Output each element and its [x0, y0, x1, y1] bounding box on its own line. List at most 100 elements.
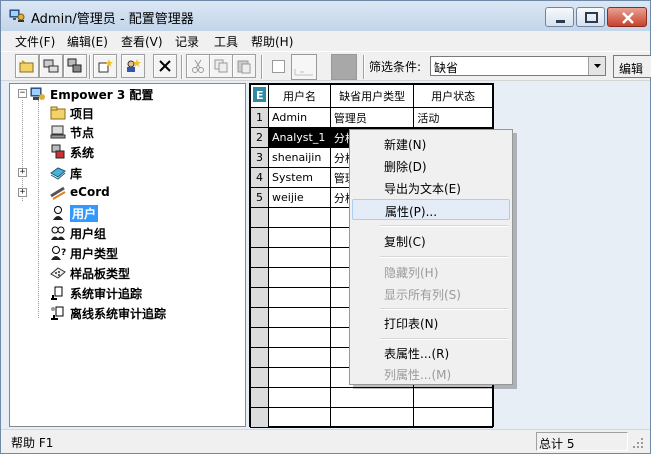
row-number[interactable]: 5: [250, 187, 269, 208]
menu-view[interactable]: 查看(V): [121, 33, 163, 50]
expand-icon[interactable]: +: [18, 188, 27, 197]
menu-item-new[interactable]: 新建(N): [352, 133, 510, 154]
menu-item-delete[interactable]: 删除(D): [352, 155, 510, 176]
menu-help[interactable]: 帮助(H): [251, 33, 293, 50]
menu-item-print-table[interactable]: 打印表(N): [352, 312, 510, 333]
tree-item-plate-types[interactable]: 样品板类型: [36, 264, 236, 282]
tree-item-label: 节点: [70, 126, 95, 140]
close-button[interactable]: [607, 7, 647, 27]
resize-grip-icon[interactable]: [631, 436, 645, 450]
empty-cell[interactable]: [268, 287, 331, 308]
empty-cell[interactable]: [268, 387, 331, 408]
empty-cell[interactable]: [268, 307, 331, 328]
row-number[interactable]: [250, 327, 269, 348]
empty-cell[interactable]: [268, 267, 331, 288]
cell-username[interactable]: weijie: [268, 187, 331, 208]
empty-cell[interactable]: [413, 407, 493, 428]
empty-row[interactable]: [250, 407, 493, 428]
cell-status[interactable]: 活动: [413, 107, 493, 128]
row-number[interactable]: [250, 407, 269, 428]
grid-corner[interactable]: E: [250, 84, 269, 108]
toolbar-paste-button[interactable]: [232, 54, 256, 78]
row-number[interactable]: [250, 307, 269, 328]
row-number[interactable]: 2: [250, 127, 269, 148]
toolbar-copy-button[interactable]: [209, 54, 233, 78]
menu-file[interactable]: 文件(F): [15, 33, 55, 50]
minimize-button[interactable]: [545, 7, 574, 27]
column-header-username[interactable]: 用户名: [268, 84, 331, 108]
toolbar-delete-button[interactable]: [153, 54, 177, 78]
tree-item-ecord[interactable]: + eCord: [18, 184, 238, 202]
empty-cell[interactable]: [329, 387, 415, 408]
cell-username[interactable]: System: [268, 167, 331, 188]
row-number[interactable]: [250, 207, 269, 228]
tree-item-offline-audit-trail[interactable]: 离线系统审计追踪: [36, 304, 246, 322]
paste-icon: [237, 60, 251, 74]
toolbar-color-button[interactable]: [331, 54, 357, 80]
empty-cell[interactable]: [268, 347, 331, 368]
expand-icon[interactable]: +: [18, 168, 27, 177]
menu-item-table-properties[interactable]: 表属性...(R): [352, 342, 510, 363]
tree-item-node[interactable]: 节点: [36, 123, 236, 141]
empty-cell[interactable]: [268, 227, 331, 248]
menu-item-label: 隐藏列(H): [384, 266, 439, 280]
row-number[interactable]: [250, 227, 269, 248]
column-header-default-type[interactable]: 缺省用户类型: [329, 84, 415, 108]
empty-cell[interactable]: [268, 247, 331, 268]
filter-dropdown[interactable]: 缺省: [430, 56, 606, 76]
tree-item-users[interactable]: 用户: [36, 204, 236, 222]
collapse-icon[interactable]: −: [18, 89, 27, 98]
menu-record[interactable]: 记录: [175, 33, 199, 50]
toolbar-disabled-button[interactable]: [291, 54, 317, 80]
toolbar-checkbox[interactable]: [272, 60, 285, 73]
toolbar-project-button[interactable]: [15, 54, 39, 78]
title-bar[interactable]: Admin/管理员 - 配置管理器: [1, 1, 650, 31]
cell-user-type[interactable]: 管理员: [329, 107, 415, 128]
tree-item-user-groups[interactable]: 用户组: [36, 224, 236, 242]
maximize-button[interactable]: [576, 7, 605, 27]
row-number[interactable]: [250, 387, 269, 408]
edit-button[interactable]: 编辑: [613, 55, 651, 78]
row-number[interactable]: 1: [250, 107, 269, 128]
cell-username[interactable]: shenaijin: [268, 147, 331, 168]
row-number[interactable]: 4: [250, 167, 269, 188]
row-number[interactable]: [250, 247, 269, 268]
toolbar-node-button[interactable]: [39, 54, 63, 78]
row-number[interactable]: [250, 267, 269, 288]
row-number[interactable]: [250, 367, 269, 388]
tree-item-user-types[interactable]: ? 用户类型: [36, 244, 236, 262]
empty-cell[interactable]: [268, 207, 331, 228]
tree-item-system[interactable]: 系统: [36, 143, 236, 161]
row-number[interactable]: [250, 287, 269, 308]
column-header-status[interactable]: 用户状态: [413, 84, 493, 108]
tree-item-audit-trail[interactable]: 系统审计追踪: [36, 284, 236, 302]
menu-item-properties[interactable]: 属性(P)...: [352, 199, 510, 220]
menu-edit[interactable]: 编辑(E): [67, 33, 108, 50]
cell-username[interactable]: Admin: [268, 107, 331, 128]
menu-tools[interactable]: 工具: [214, 33, 238, 50]
empty-cell[interactable]: [268, 327, 331, 348]
menu-item-export-text[interactable]: 导出为文本(E): [352, 177, 510, 198]
toolbar-new-button[interactable]: [93, 54, 117, 78]
toolbar-cut-button[interactable]: [186, 54, 210, 78]
empty-cell[interactable]: [268, 407, 331, 428]
empty-cell[interactable]: [413, 387, 493, 408]
cell-username[interactable]: Analyst_1: [268, 127, 331, 148]
config-tree[interactable]: − Empower 3 配置 项目 节点 系统 + 库 + eCord 用户 用…: [9, 83, 246, 427]
dropdown-arrow-button[interactable]: [588, 57, 605, 75]
row-number[interactable]: 3: [250, 147, 269, 168]
menu-item-column-properties[interactable]: 列属性...(M): [352, 363, 510, 384]
tree-item-label: 用户类型: [70, 247, 119, 261]
tree-item-project[interactable]: 项目: [36, 104, 236, 122]
row-number[interactable]: [250, 347, 269, 368]
menu-item-copy[interactable]: 复制(C): [352, 230, 510, 251]
table-row[interactable]: 1 Admin 管理员 活动: [250, 107, 493, 128]
empty-cell[interactable]: [268, 367, 331, 388]
menu-item-show-all-columns[interactable]: 显示所有列(S): [352, 283, 510, 304]
empty-cell[interactable]: [329, 407, 415, 428]
tree-item-library[interactable]: + 库: [18, 164, 238, 182]
menu-item-hide-column[interactable]: 隐藏列(H): [352, 261, 510, 282]
empty-row[interactable]: [250, 387, 493, 408]
toolbar-user-new-button[interactable]: [121, 54, 145, 78]
toolbar-system-button[interactable]: [63, 54, 87, 78]
